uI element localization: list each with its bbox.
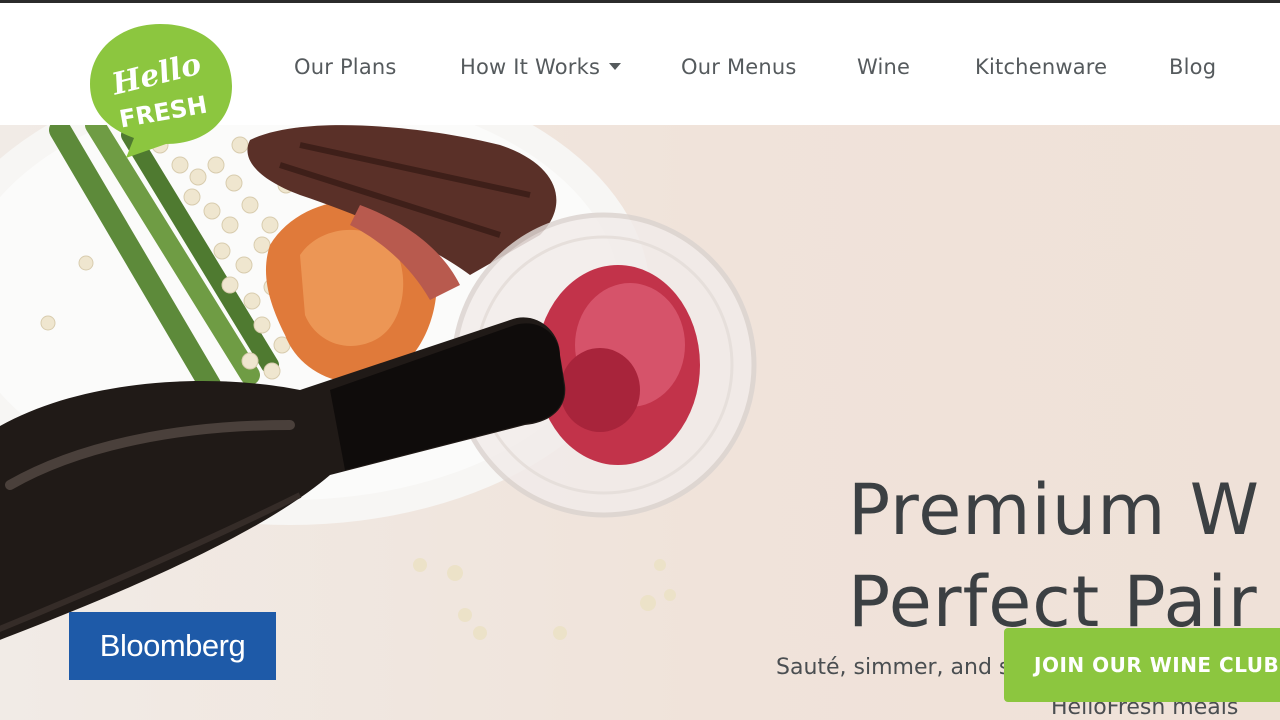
nav-our-menus[interactable]: Our Menus bbox=[681, 55, 797, 79]
nav-blog[interactable]: Blog bbox=[1169, 55, 1216, 79]
chevron-down-icon bbox=[609, 63, 622, 70]
nav-how-it-works-label: How It Works bbox=[460, 55, 601, 79]
nav-our-plans[interactable]: Our Plans bbox=[294, 55, 397, 79]
nav-kitchenware[interactable]: Kitchenware bbox=[975, 55, 1107, 79]
nav-wine[interactable]: Wine bbox=[857, 55, 910, 79]
hero-headline-line1: Premium W bbox=[848, 469, 1260, 551]
bloomberg-watermark: Bloomberg bbox=[69, 612, 276, 680]
join-wine-club-button[interactable]: JOIN OUR WINE CLUB bbox=[1004, 628, 1280, 702]
hellofresh-logo[interactable]: Hello FRESH bbox=[86, 20, 234, 160]
nav-how-it-works[interactable]: How It Works bbox=[460, 55, 622, 79]
scattered-pearls-image bbox=[413, 558, 676, 640]
